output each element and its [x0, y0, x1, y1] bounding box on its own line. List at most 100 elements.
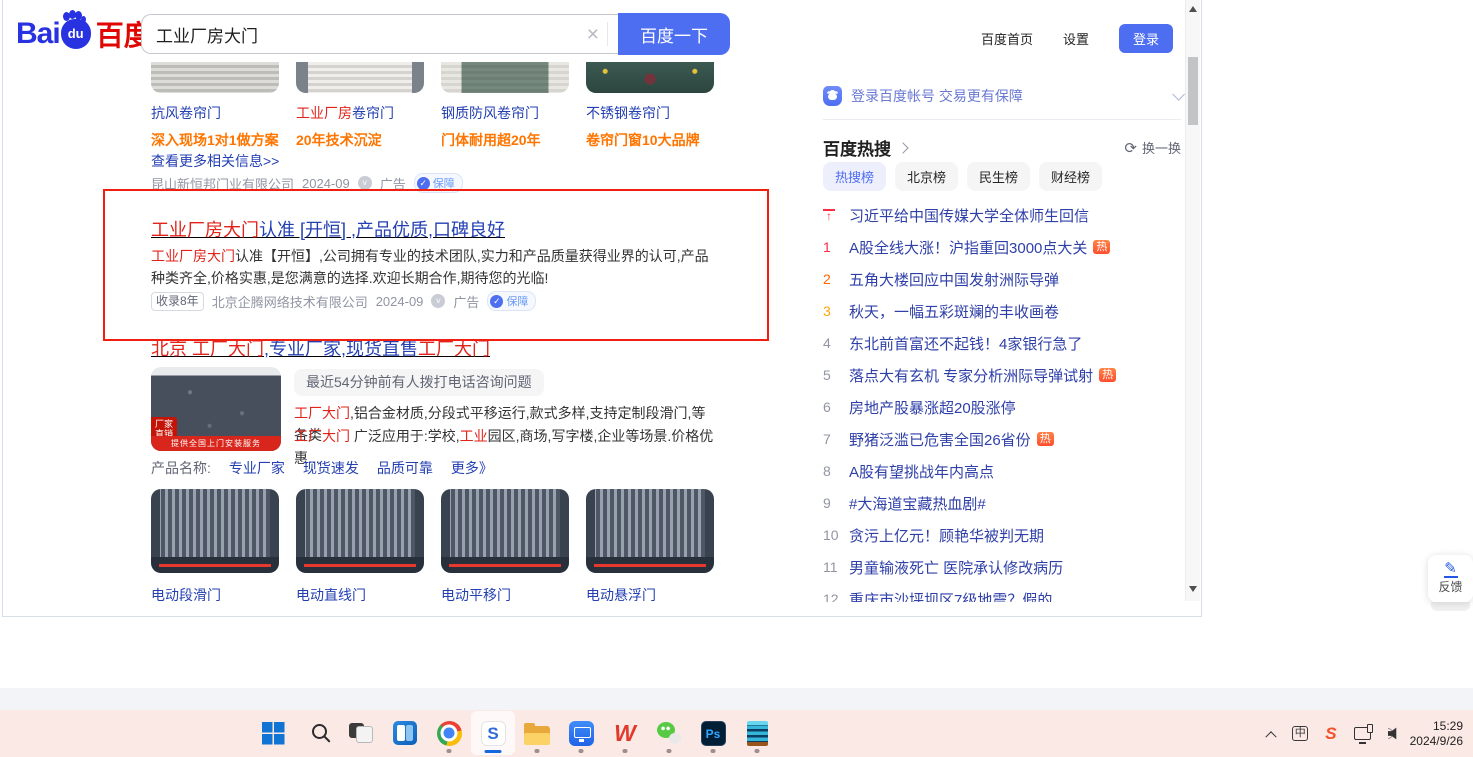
- login-banner[interactable]: 登录百度帐号 交易更有保障: [823, 86, 1181, 106]
- clear-icon[interactable]: ×: [579, 24, 607, 45]
- secure-badge[interactable]: ✓ 保障: [414, 173, 463, 193]
- result2-title-link[interactable]: 北京 工厂大门,专业厂家,现货直售工厂大门: [151, 335, 490, 361]
- ad-card[interactable]: 钢质防风卷帘门 门体耐用超20年: [441, 62, 569, 150]
- hot-item[interactable]: 12 重庆市沙坪坝区7级地震？假的: [823, 583, 1183, 602]
- sogou-input-icon[interactable]: S: [1325, 724, 1336, 744]
- rank: 6: [823, 399, 849, 415]
- hot-item[interactable]: 3 秋天，一幅五彩斑斓的丰收画卷: [823, 295, 1183, 327]
- hot-search-tabs: 热搜榜 北京榜 民生榜 财经榜: [823, 162, 1102, 191]
- chrome-icon: [437, 721, 462, 746]
- chevron-right-icon[interactable]: [897, 142, 908, 153]
- taskbar-icon-group: S W Ps: [251, 710, 779, 757]
- pencil-icon: ✎: [1428, 559, 1473, 578]
- more-related-link[interactable]: 查看更多相关信息>>: [151, 151, 279, 171]
- product-card[interactable]: 电动平移门: [441, 489, 569, 605]
- baidu-logo[interactable]: Bai du 百度: [16, 14, 152, 54]
- result2-product-image[interactable]: 厂家直销 提供全国上门安装服务: [151, 367, 281, 451]
- feedback-button[interactable]: ✎ 反馈: [1428, 555, 1473, 602]
- task-view-button[interactable]: [339, 711, 383, 755]
- hot-search-header: 百度热搜 ⟳ 换一换: [823, 135, 1181, 160]
- products-label: 产品名称:: [151, 458, 211, 478]
- tab-hot[interactable]: 热搜榜: [823, 162, 886, 191]
- paw-icon: du: [61, 19, 91, 49]
- nav-home-link[interactable]: 百度首页: [981, 29, 1033, 48]
- file-explorer-button[interactable]: [515, 711, 559, 755]
- volume-control[interactable]: [1388, 727, 1393, 740]
- widgets-icon: [393, 721, 417, 745]
- ad-meta-row: 昆山新恒邦门业有限公司 2024-09 ˅ 广告 ✓ 保障: [151, 173, 463, 193]
- chevron-down-icon[interactable]: [1172, 88, 1185, 101]
- hot-item[interactable]: 11 男童输液死亡 医院承认修改病历: [823, 551, 1183, 583]
- hot-item[interactable]: 10 贪污上亿元！顾艳华被判无期: [823, 519, 1183, 551]
- tab-finance[interactable]: 财经榜: [1039, 162, 1102, 191]
- running-indicator: [579, 749, 584, 753]
- search-icon: [312, 724, 327, 739]
- taskbar-search-button[interactable]: [295, 711, 339, 755]
- ad-card[interactable]: 不锈钢卷帘门 卷帘门窗10大品牌: [586, 62, 714, 150]
- logo-text-bai: Bai: [16, 17, 60, 51]
- product-card[interactable]: 电动直线门: [296, 489, 424, 605]
- photoshop-icon: Ps: [701, 721, 726, 746]
- ime-chinese-icon[interactable]: 中: [1292, 726, 1308, 741]
- wps-button[interactable]: W: [603, 711, 647, 755]
- chrome-button[interactable]: [427, 711, 471, 755]
- secure-badge[interactable]: ✓ 保障: [487, 291, 536, 311]
- ad-feedback-icon[interactable]: ˅: [358, 176, 372, 190]
- refresh-button[interactable]: ⟳ 换一换: [1124, 138, 1181, 157]
- windows-icon: [262, 722, 285, 745]
- roller-door-image: [151, 62, 279, 93]
- notepad-button[interactable]: [735, 711, 779, 755]
- hot-item[interactable]: ↑ 习近平给中国传媒大学全体师生回信: [823, 199, 1183, 231]
- hot-item[interactable]: 6 房地产股暴涨超20股涨停: [823, 391, 1183, 423]
- wps-icon: W: [614, 721, 636, 746]
- tag-link[interactable]: 现货速发: [303, 458, 359, 478]
- tag-link[interactable]: 品质可靠: [377, 458, 433, 478]
- product-card[interactable]: 电动悬浮门: [586, 489, 714, 605]
- sogou-browser-button[interactable]: S: [471, 711, 515, 755]
- card-title: 不锈钢卷帘门: [586, 105, 670, 121]
- pc-manager-button[interactable]: [559, 711, 603, 755]
- tag-link[interactable]: 专业厂家: [229, 458, 285, 478]
- photoshop-button[interactable]: Ps: [691, 711, 735, 755]
- search-input[interactable]: [156, 24, 579, 44]
- wechat-button[interactable]: [647, 711, 691, 755]
- scroll-down-arrow-icon[interactable]: [1189, 586, 1197, 596]
- widgets-button[interactable]: [383, 711, 427, 755]
- hot-item[interactable]: 2 五角大楼回应中国发射洲际导弹: [823, 263, 1183, 295]
- hot-item[interactable]: 8 A股有望挑战年内高点: [823, 455, 1183, 487]
- taskbar-clock[interactable]: 15:29 2024/9/26: [1410, 719, 1463, 749]
- running-indicator: [711, 749, 716, 753]
- tray-chevron-up-icon[interactable]: [1266, 731, 1277, 742]
- product-card[interactable]: 电动段滑门: [151, 489, 279, 605]
- result1-title-link[interactable]: 工业厂房大门认准 [开恒] ,产品优质,口碑良好: [151, 216, 505, 242]
- hot-item[interactable]: 4 东北前首富还不起钱！4家银行急了: [823, 327, 1183, 359]
- hot-item[interactable]: 1 A股全线大涨！沪指重回3000点大关 热: [823, 231, 1183, 263]
- ad-card[interactable]: 工业厂房卷帘门 20年技术沉淀: [296, 62, 424, 150]
- start-button[interactable]: [251, 711, 295, 755]
- search-button[interactable]: 百度一下: [618, 13, 730, 55]
- search-box[interactable]: ×: [141, 14, 618, 54]
- desktop-strip: [0, 688, 1473, 710]
- hot-item[interactable]: 9 #大海道宝藏热血剧#: [823, 487, 1183, 519]
- page-scrollbar[interactable]: [1185, 0, 1200, 601]
- hot-item[interactable]: 5 落点大有玄机 专家分析洲际导弹试射 热: [823, 359, 1183, 391]
- login-button[interactable]: 登录: [1119, 24, 1173, 53]
- scroll-up-arrow-icon[interactable]: [1189, 2, 1197, 12]
- tag-more-link[interactable]: 更多》: [451, 458, 493, 478]
- hot-item[interactable]: 7 野猪泛滥已危害全国26省份 热: [823, 423, 1183, 455]
- ad-card[interactable]: 抗风卷帘门 深入现场1对1做方案: [151, 62, 279, 150]
- scrollbar-thumb[interactable]: [1188, 57, 1198, 125]
- network-display-icon[interactable]: [1354, 727, 1371, 740]
- rank: 10: [823, 527, 849, 543]
- company-name: 昆山新恒邦门业有限公司: [151, 174, 294, 193]
- feedback-label: 反馈: [1438, 580, 1462, 594]
- ad-label: 广告: [453, 292, 479, 311]
- tab-beijing[interactable]: 北京榜: [895, 162, 958, 191]
- check-icon: ✓: [490, 295, 503, 308]
- rank: 11: [823, 559, 849, 575]
- ad-feedback-icon[interactable]: ˅: [431, 294, 445, 308]
- tab-livelihood[interactable]: 民生榜: [967, 162, 1030, 191]
- nav-settings-link[interactable]: 设置: [1063, 29, 1089, 48]
- hot-search-title[interactable]: 百度热搜: [823, 135, 891, 160]
- gate-image: [586, 489, 714, 573]
